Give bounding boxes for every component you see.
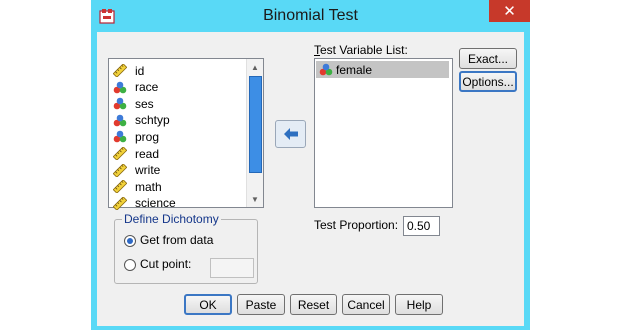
window-title: Binomial Test — [263, 7, 358, 24]
cancel-button-label: Cancel — [347, 297, 385, 312]
list-item-label: schtyp — [135, 113, 170, 128]
list-item[interactable]: id — [113, 62, 144, 79]
nominal-icon — [113, 81, 131, 94]
list-item[interactable]: schtyp — [113, 112, 170, 129]
define-dichotomy-legend: Define Dichotomy — [122, 212, 221, 226]
paste-button-label: Paste — [245, 297, 277, 312]
test-variable-list-label: Test Variable List: — [314, 43, 408, 57]
nominal-icon — [113, 97, 131, 110]
list-item[interactable]: science — [113, 195, 176, 212]
get-from-data-radio[interactable] — [124, 235, 136, 247]
cut-point-radio[interactable] — [124, 259, 136, 271]
list-item[interactable]: math — [113, 178, 162, 195]
move-arrow-icon — [283, 128, 298, 140]
nominal-icon — [113, 130, 131, 143]
source-variable-list[interactable]: id race ses schtyp prog read write math science … — [108, 58, 264, 210]
paste-button[interactable]: Paste — [237, 294, 285, 315]
list-item[interactable]: prog — [113, 128, 159, 145]
reset-button-label: Reset — [297, 297, 330, 312]
test-proportion-label: Test Proportion: — [314, 218, 399, 232]
list-item-label: write — [135, 163, 161, 178]
exact-button-label: Exact... — [467, 51, 508, 66]
scroll-down-icon[interactable]: ▼ — [247, 191, 263, 207]
scroll-up-icon[interactable]: ▲ — [247, 59, 263, 75]
cut-point-label[interactable]: Cut point: — [140, 257, 191, 271]
list-item[interactable]: write — [113, 162, 160, 179]
ruler-icon — [113, 180, 131, 194]
exact-button[interactable]: Exact... — [459, 48, 517, 69]
nominal-icon — [113, 114, 131, 127]
nominal-icon — [319, 63, 333, 76]
list-item-label: read — [135, 146, 160, 161]
dialog-body: id race ses schtyp prog read write math science … — [97, 32, 524, 326]
ruler-icon — [113, 147, 131, 160]
help-button[interactable]: Help — [395, 294, 443, 315]
list-item-label: math — [135, 179, 162, 194]
list-item-label: prog — [135, 129, 160, 144]
test-proportion-input[interactable]: 0.50 — [403, 216, 440, 236]
cancel-button[interactable]: Cancel — [342, 294, 390, 315]
ok-button-label: OK — [199, 297, 217, 312]
close-icon: ✕ — [503, 3, 516, 20]
options-button-label: Options... — [462, 74, 514, 89]
scrollbar-thumb[interactable] — [249, 76, 262, 173]
list-item[interactable]: race — [113, 79, 158, 96]
test-variable-list[interactable]: female — [314, 58, 453, 208]
test-label-rest: est Variable List: — [320, 43, 408, 57]
ruler-icon — [113, 196, 131, 210]
list-item-label: race — [135, 80, 159, 95]
radio-selected-dot — [127, 238, 133, 244]
list-item[interactable]: female — [316, 61, 449, 78]
dialog-window: Binomial Test ✕ id race ses schtyp prog read w… — [91, 0, 530, 330]
get-from-data-label[interactable]: Get from data — [140, 233, 213, 247]
list-item[interactable]: read — [113, 145, 159, 162]
list-item[interactable]: ses — [113, 95, 154, 112]
ruler-icon — [113, 64, 131, 77]
define-dichotomy-group: Define Dichotomy Get from data Cut point… — [114, 212, 258, 284]
options-button[interactable]: Options... — [459, 71, 517, 92]
help-button-label: Help — [406, 297, 432, 312]
list-item-label: id — [135, 63, 145, 78]
reset-button[interactable]: Reset — [290, 294, 337, 315]
list-item-label: female — [336, 62, 373, 77]
ruler-icon — [113, 163, 131, 177]
ok-button[interactable]: OK — [184, 294, 232, 315]
cut-point-input[interactable] — [210, 258, 254, 278]
list-item-label: science — [135, 196, 176, 211]
move-to-test-list-button[interactable] — [275, 120, 306, 148]
vertical-scrollbar[interactable]: ▲ ▼ — [246, 59, 263, 207]
list-item-label: ses — [135, 96, 154, 111]
close-button[interactable]: ✕ — [489, 0, 530, 22]
title-bar[interactable]: Binomial Test ✕ — [91, 0, 530, 32]
